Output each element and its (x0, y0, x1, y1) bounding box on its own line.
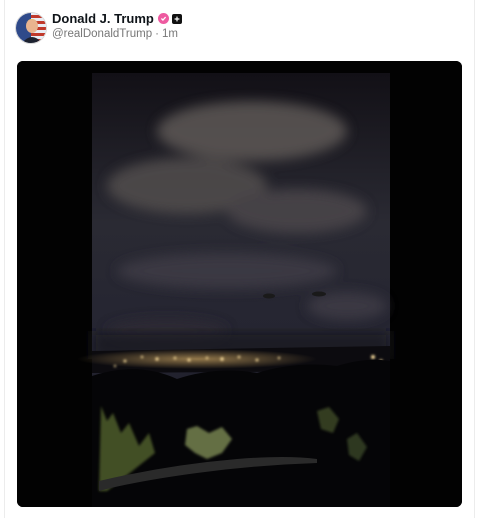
post-meta: @realDonaldTrump · 1m (52, 28, 178, 40)
name-row: Donald J. Trump (52, 11, 182, 26)
avatar[interactable] (15, 12, 47, 44)
meta-separator: · (155, 28, 159, 40)
avatar-image (16, 13, 46, 43)
post-timestamp[interactable]: 1m (162, 28, 178, 40)
post-header: Donald J. Trump @realDonaldTrump · 1m (15, 9, 455, 44)
display-name[interactable]: Donald J. Trump (52, 11, 154, 26)
video-media[interactable] (17, 61, 462, 507)
affiliation-plus-icon (171, 13, 182, 24)
post-card: Donald J. Trump @realDonaldTrump · 1m (4, 0, 475, 518)
verified-badge-icon (157, 13, 169, 24)
user-handle[interactable]: @realDonaldTrump (52, 28, 152, 40)
night-sky-video-frame (17, 61, 462, 507)
